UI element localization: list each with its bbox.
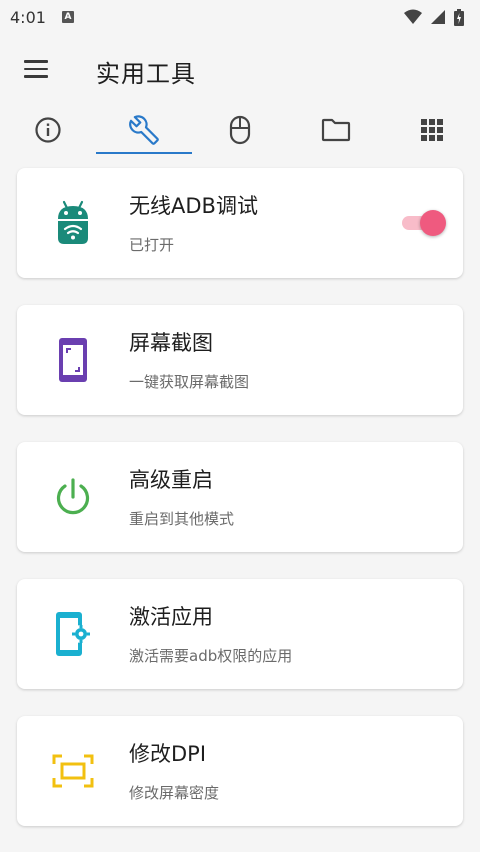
info-icon — [35, 117, 61, 143]
power-icon — [51, 475, 95, 519]
card-subtitle: 已打开 — [129, 236, 175, 254]
card-title: 屏幕截图 — [129, 331, 213, 355]
menu-icon — [24, 60, 50, 78]
card-modify-dpi[interactable]: 修改DPI 修改屏幕密度 — [17, 716, 463, 826]
toggle-thumb — [420, 210, 446, 236]
app-bar: 实用工具 — [0, 34, 480, 104]
card-subtitle: 修改屏幕密度 — [129, 784, 220, 802]
card-title: 高级重启 — [129, 468, 213, 492]
screenshot-icon — [51, 338, 95, 382]
card-activate-app[interactable]: 激活应用 激活需要adb权限的应用 — [17, 579, 463, 689]
card-wireless-adb[interactable]: 无线ADB调试 已打开 — [17, 168, 463, 278]
card-advanced-reboot[interactable]: 高级重启 重启到其他模式 — [17, 442, 463, 552]
card-subtitle: 重启到其他模式 — [129, 510, 235, 528]
status-bar: 4:01 A — [0, 0, 480, 34]
dpi-icon — [51, 749, 95, 793]
android-wifi-icon — [51, 200, 95, 245]
battery-icon — [454, 8, 464, 26]
wrench-icon — [129, 115, 159, 145]
tab-apps[interactable] — [384, 104, 480, 156]
card-title: 激活应用 — [129, 605, 213, 629]
status-icons — [404, 8, 464, 26]
status-time: 4:01 — [10, 7, 46, 27]
grid-icon — [421, 119, 443, 141]
signal-icon — [431, 10, 445, 24]
tab-files[interactable] — [288, 104, 384, 156]
card-title: 无线ADB调试 — [129, 194, 258, 218]
tab-mouse[interactable] — [192, 104, 288, 156]
menu-button[interactable] — [24, 60, 50, 78]
wireless-adb-toggle[interactable] — [402, 210, 446, 236]
card-title: 修改DPI — [129, 742, 207, 766]
mouse-icon — [229, 115, 251, 145]
tab-bar — [0, 104, 480, 156]
tools-list: 无线ADB调试 已打开 屏幕截图 一键获取屏幕截图 高级重启 重启到其他模式 激… — [17, 168, 463, 852]
card-subtitle: 一键获取屏幕截图 — [129, 373, 250, 391]
card-subtitle: 激活需要adb权限的应用 — [129, 647, 293, 665]
tab-info[interactable] — [0, 104, 96, 156]
wifi-icon — [404, 9, 422, 24]
tab-tools[interactable] — [96, 104, 192, 156]
page-title: 实用工具 — [96, 60, 196, 88]
folder-icon — [321, 118, 351, 142]
card-screenshot[interactable]: 屏幕截图 一键获取屏幕截图 — [17, 305, 463, 415]
notification-icon: A — [61, 11, 74, 23]
phone-settings-icon — [51, 612, 95, 656]
